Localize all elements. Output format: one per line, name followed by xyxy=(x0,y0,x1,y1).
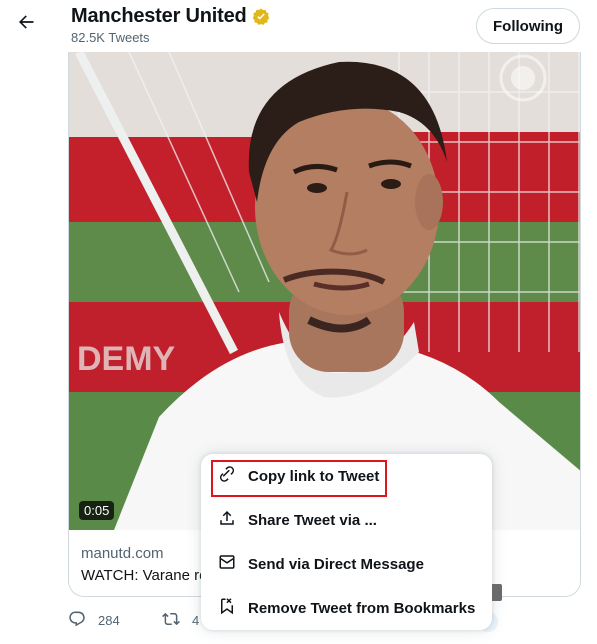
verified-badge-icon xyxy=(251,7,271,27)
retweet-icon xyxy=(162,610,180,631)
copy-link-menu-item[interactable]: Copy link to Tweet xyxy=(201,454,492,498)
retweet-button[interactable]: 4 xyxy=(162,610,199,631)
menu-item-label: Share Tweet via ... xyxy=(248,511,377,529)
video-duration: 0:05 xyxy=(79,501,115,520)
reply-button[interactable]: 284 xyxy=(68,610,120,631)
card-domain: manutd.com xyxy=(81,545,164,562)
card-title: WATCH: Varane re xyxy=(81,567,208,584)
arrow-left-icon xyxy=(16,12,36,37)
share-menu: Copy link to Tweet Share Tweet via ... S… xyxy=(201,454,492,630)
profile-header: Manchester United 82.5K Tweets Following xyxy=(0,0,597,52)
bookmark-remove-icon xyxy=(218,597,248,619)
tweet-count: 82.5K Tweets xyxy=(71,30,150,45)
menu-item-label: Copy link to Tweet xyxy=(248,467,380,485)
menu-item-label: Send via Direct Message xyxy=(248,555,424,573)
profile-title-block: Manchester United 82.5K Tweets xyxy=(71,5,271,45)
profile-name: Manchester United xyxy=(71,5,247,27)
reply-count: 284 xyxy=(98,613,120,628)
envelope-icon xyxy=(218,553,248,575)
send-dm-menu-item[interactable]: Send via Direct Message xyxy=(201,542,492,586)
following-button[interactable]: Following xyxy=(476,8,580,44)
svg-text:DEMY: DEMY xyxy=(77,340,176,378)
share-icon xyxy=(218,509,248,531)
back-button[interactable] xyxy=(8,6,44,42)
link-icon xyxy=(218,465,248,487)
share-via-menu-item[interactable]: Share Tweet via ... xyxy=(201,498,492,542)
reply-icon xyxy=(68,610,86,631)
remove-bookmark-menu-item[interactable]: Remove Tweet from Bookmarks xyxy=(201,586,492,630)
menu-item-label: Remove Tweet from Bookmarks xyxy=(248,599,476,617)
retweet-count: 4 xyxy=(192,613,200,628)
